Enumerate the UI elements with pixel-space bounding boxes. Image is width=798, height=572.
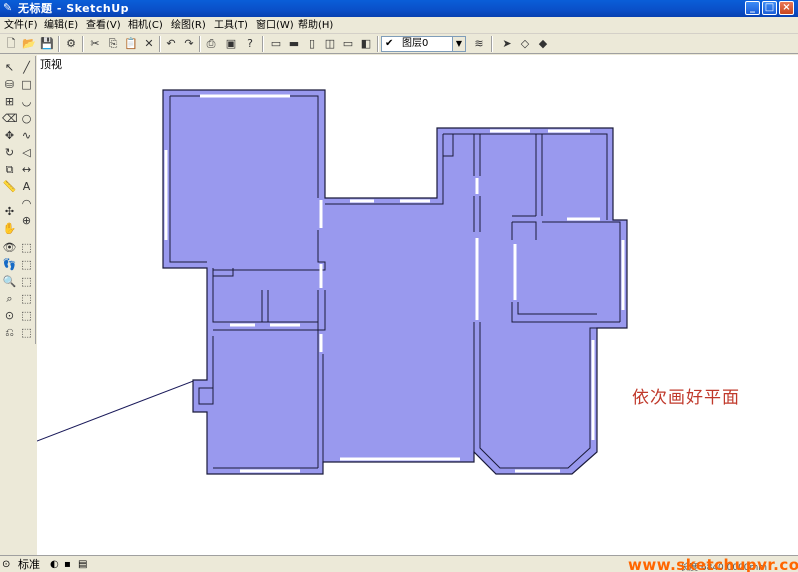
arc-tool-icon[interactable]: ◡ bbox=[19, 94, 34, 109]
view-left-icon[interactable]: ◧ bbox=[358, 36, 374, 52]
layer-value: 图层0 bbox=[402, 38, 429, 49]
previous-view-icon[interactable]: ⎌ bbox=[2, 325, 17, 340]
main-toolbar: 🗋 📂 💾 ⚙ ✂ ⎘ 📋 ✕ ↶ ↷ ⎙ ▣ ? ▭ ▬ ▯ ◫ ▭ ◧ ✔ … bbox=[0, 34, 798, 54]
pan-hand-icon[interactable]: ✋ bbox=[2, 221, 17, 236]
annotation-text: 依次画好平面 bbox=[632, 388, 740, 408]
zoom-extents-icon[interactable]: ⊙ bbox=[2, 308, 17, 323]
section-cut-icon[interactable]: ◆ bbox=[535, 36, 551, 52]
new-file-icon[interactable]: 🗋 bbox=[3, 36, 19, 52]
open-folder-icon[interactable]: 📂 bbox=[21, 36, 37, 52]
layer-dropdown[interactable]: ✔ 图层0 ▼ bbox=[381, 36, 466, 52]
floor-plan-outline bbox=[162, 89, 628, 475]
standard-label: 标准 bbox=[18, 558, 40, 571]
menu-help[interactable]: 帮助(H) bbox=[298, 19, 333, 32]
title-bar: ✎ 无标题 - SketchUp _ □ × bbox=[0, 0, 798, 17]
print-icon[interactable]: ⎙ bbox=[203, 36, 219, 52]
view-top-icon[interactable]: ▬ bbox=[286, 36, 302, 52]
toolbar-separator bbox=[58, 36, 60, 52]
protractor-icon[interactable]: ◠ bbox=[19, 196, 34, 211]
iso-view-icon[interactable]: ⬚ bbox=[19, 240, 34, 255]
menu-camera[interactable]: 相机(C) bbox=[128, 19, 163, 32]
dimension-tool-icon[interactable]: ↔ bbox=[19, 162, 34, 177]
view-name-label: 顶视 bbox=[40, 58, 62, 71]
chevron-down-icon[interactable]: ▼ bbox=[452, 37, 465, 51]
text-tool-icon[interactable]: A bbox=[19, 179, 34, 194]
undo-icon[interactable]: ↶ bbox=[163, 36, 179, 52]
right-view-icon[interactable]: ⬚ bbox=[19, 291, 34, 306]
layer-manager-icon[interactable]: ≋ bbox=[471, 36, 487, 52]
cut-icon[interactable]: ✂ bbox=[87, 36, 103, 52]
copy-icon[interactable]: ⎘ bbox=[105, 36, 121, 52]
instructor-icon[interactable]: ▪ bbox=[64, 557, 71, 572]
line-tool-icon[interactable]: ╱ bbox=[19, 60, 34, 75]
window-title: 无标题 - SketchUp bbox=[18, 2, 130, 15]
menu-tools[interactable]: 工具(T) bbox=[214, 19, 248, 32]
toolbar-separator bbox=[82, 36, 84, 52]
freehand-tool-icon[interactable]: ∿ bbox=[19, 128, 34, 143]
drawing-viewport[interactable]: 顶视 依次画好平面 bbox=[37, 55, 798, 555]
minimize-button[interactable]: _ bbox=[745, 1, 760, 15]
axes-tool-icon[interactable]: ⊕ bbox=[19, 213, 34, 228]
floor-plan-drawing bbox=[37, 89, 628, 475]
toolbar-separator bbox=[377, 36, 379, 52]
orbit-tool-icon[interactable]: ✣ bbox=[2, 204, 17, 219]
toolbar-separator bbox=[159, 36, 161, 52]
section-plane-icon[interactable]: ◇ bbox=[517, 36, 533, 52]
status-bar: ⊙ 标准 ◐ ▪ ▤ 长度 6840.0000mm www.sketchupvr… bbox=[0, 555, 798, 572]
view-front-icon[interactable]: ▯ bbox=[304, 36, 320, 52]
menu-bar: 文件(F) 编辑(E) 查看(V) 相机(C) 绘图(R) 工具(T) 窗口(W… bbox=[0, 17, 798, 34]
top-view-icon[interactable]: ⬚ bbox=[19, 257, 34, 272]
menu-edit[interactable]: 编辑(E) bbox=[44, 19, 78, 32]
menu-file[interactable]: 文件(F) bbox=[4, 19, 38, 32]
view-back-icon[interactable]: ▭ bbox=[340, 36, 356, 52]
component-icon[interactable]: ⊞ bbox=[2, 94, 17, 109]
polygon-tool-icon[interactable]: ◁ bbox=[19, 145, 34, 160]
measurements-icon[interactable]: ▤ bbox=[78, 557, 87, 572]
menu-window[interactable]: 窗口(W) bbox=[256, 19, 294, 32]
back-view-icon[interactable]: ⬚ bbox=[19, 308, 34, 323]
save-icon[interactable]: 💾 bbox=[39, 36, 55, 52]
arrow-right-icon[interactable]: ➤ bbox=[499, 36, 515, 52]
tool-palette: ↖ ╱ ⛁ □ ⊞ ◡ ⌫ ○ ✥ ∿ ↻ ◁ ⧉ ↔ 📏 A ◠ ⊕ ✣ ✋ … bbox=[0, 56, 36, 344]
toolbar-separator bbox=[199, 36, 201, 52]
watermark-text: www.sketchupvr.com bbox=[628, 556, 798, 572]
maximize-button[interactable]: □ bbox=[762, 1, 777, 15]
zoom-tool-icon[interactable]: 🔍 bbox=[2, 274, 17, 289]
shadow-icon[interactable]: ◐ bbox=[50, 557, 59, 572]
view-iso-icon[interactable]: ▭ bbox=[268, 36, 284, 52]
model-info-icon[interactable]: ▣ bbox=[223, 36, 239, 52]
look-around-icon[interactable]: 👁 bbox=[2, 240, 17, 255]
front-view-icon[interactable]: ⬚ bbox=[19, 274, 34, 289]
view-right-icon[interactable]: ◫ bbox=[322, 36, 338, 52]
sketchup-window: ✎ 无标题 - SketchUp _ □ × 文件(F) 编辑(E) 查看(V)… bbox=[0, 0, 798, 572]
menu-view[interactable]: 查看(V) bbox=[86, 19, 121, 32]
close-button[interactable]: × bbox=[779, 1, 794, 15]
circle-tool-icon[interactable]: ○ bbox=[19, 111, 34, 126]
sketchup-app-icon: ✎ bbox=[3, 1, 13, 14]
zoom-window-icon[interactable]: ⌕ bbox=[2, 291, 17, 306]
walk-footprints-icon[interactable]: 👣 bbox=[2, 257, 17, 272]
rotate-tool-icon[interactable]: ↻ bbox=[2, 145, 17, 160]
context-help-icon[interactable]: ? bbox=[242, 36, 258, 52]
toolbar-separator bbox=[491, 36, 493, 52]
erase-icon[interactable]: ✕ bbox=[141, 36, 157, 52]
left-view-icon[interactable]: ⬚ bbox=[19, 325, 34, 340]
current-layer-check-icon: ✔ bbox=[385, 38, 394, 49]
axis-line bbox=[37, 379, 197, 442]
paste-icon[interactable]: 📋 bbox=[123, 36, 139, 52]
tape-measure-icon[interactable]: 📏 bbox=[2, 179, 17, 194]
select-arrow-icon[interactable]: ↖ bbox=[2, 60, 17, 75]
eraser-icon[interactable]: ⌫ bbox=[2, 111, 18, 126]
toolbar-separator bbox=[262, 36, 264, 52]
paint-bucket-icon[interactable]: ⛁ bbox=[2, 77, 17, 92]
make-component-icon[interactable]: ⚙ bbox=[63, 36, 79, 52]
redo-icon[interactable]: ↷ bbox=[181, 36, 197, 52]
menu-draw[interactable]: 绘图(R) bbox=[171, 19, 206, 32]
geo-location-icon[interactable]: ⊙ bbox=[2, 557, 10, 572]
move-tool-icon[interactable]: ✥ bbox=[2, 128, 17, 143]
scale-tool-icon[interactable]: ⧉ bbox=[2, 162, 17, 177]
rectangle-tool-icon[interactable]: □ bbox=[19, 77, 34, 92]
